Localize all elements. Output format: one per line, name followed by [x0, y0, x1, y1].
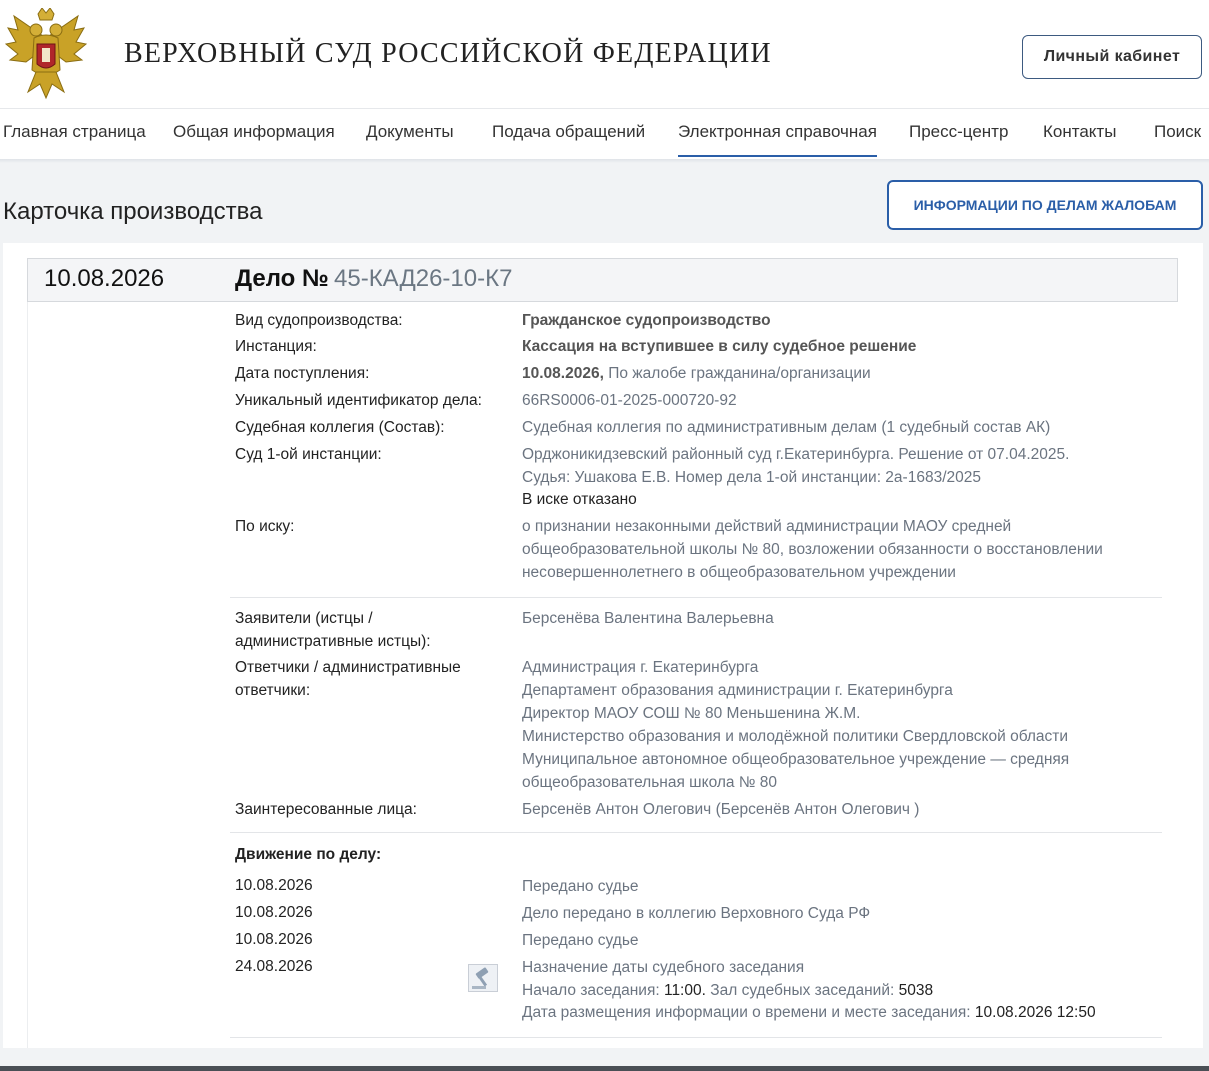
- movement-event: Передано судье: [522, 878, 639, 895]
- case-card-header: [27, 258, 1178, 302]
- first-instance-line2: Судья: Ушакова Е.В. Номер дела 1-ой инст…: [522, 469, 981, 486]
- nav-item-general-info[interactable]: Общая информация: [173, 122, 335, 142]
- first-instance-result-text: В иске отказано: [522, 491, 637, 508]
- case-label: Дело №: [235, 265, 329, 292]
- site-header: ВЕРХОВНЫЙ СУД РОССИЙСКОЙ ФЕДЕРАЦИИ Личны…: [0, 0, 1209, 108]
- claim-line2: общеобразовательной школы № 80, возложен…: [522, 541, 1103, 558]
- first-instance-line1: Орджоникидзевский районный суд г.Екатери…: [522, 446, 1070, 463]
- section-divider: [230, 832, 1162, 833]
- uid-label: Уникальный идентификатор дела:: [235, 392, 482, 409]
- card-left-border: [27, 302, 28, 1048]
- hearing-start-label: Начало заседания:: [522, 982, 660, 999]
- defendant-item: общеобразовательная школа № 80: [522, 774, 778, 791]
- hearing-start-value: 11:00.: [663, 982, 706, 999]
- hearing-posted-label: Дата размещения информации о времени и м…: [522, 1004, 971, 1021]
- case-date: 10.08.2026: [44, 265, 165, 292]
- defendant-item: Директор МАОУ СОШ № 80 Меньшенина Ж.М.: [522, 705, 861, 722]
- first-instance-result: В иске отказано: [522, 488, 1182, 511]
- complaints-info-button[interactable]: ИНФОРМАЦИИ ПО ДЕЛАМ ЖАЛОБАМ: [887, 180, 1203, 230]
- hearing-hall-value: 5038: [898, 982, 934, 999]
- plaintiffs-label-line1: Заявители (истцы /: [235, 610, 373, 627]
- gavel-icon[interactable]: [468, 964, 498, 992]
- interested-label: Заинтересованные лица:: [235, 801, 417, 818]
- section-divider: [230, 1037, 1162, 1038]
- hearing-posted: Дата размещения информации о времени и м…: [522, 1001, 1202, 1024]
- movement-date: 10.08.2026: [235, 877, 313, 894]
- main-nav: Главная страница Общая информация Докуме…: [0, 109, 1209, 159]
- collegium-value: Судебная коллегия по административным де…: [522, 419, 1051, 436]
- plaintiff-item: Берсенёва Валентина Валерьевна: [522, 610, 774, 627]
- proceeding-type-value: Гражданское судопроизводство: [522, 312, 771, 329]
- defendant-item: Муниципальное автономное общеобразовател…: [522, 751, 1070, 768]
- defendants-label-line1: Ответчики / административные: [235, 659, 461, 676]
- first-instance-label: Суд 1-ой инстанции:: [235, 446, 382, 463]
- nav-item-contacts[interactable]: Контакты: [1043, 122, 1116, 142]
- movement-event: Назначение даты судебного заседания: [522, 959, 805, 976]
- nav-item-search[interactable]: Поиск: [1154, 122, 1201, 142]
- case-number: 45-КАД26-10-К7: [334, 265, 513, 292]
- movement-title: Движение по делу:: [235, 846, 382, 863]
- instance-value: Кассация на вступившее в силу судебное р…: [522, 338, 917, 355]
- receipt-source: По жалобе гражданина/организации: [603, 365, 871, 382]
- defendant-item: Министерство образования и молодёжной по…: [522, 728, 1069, 745]
- movement-date: 10.08.2026: [235, 931, 313, 948]
- footer-bar: [0, 1066, 1209, 1071]
- nav-item-home[interactable]: Главная страница: [3, 122, 146, 142]
- nav-item-documents[interactable]: Документы: [366, 122, 454, 142]
- coat-of-arms-icon[interactable]: [4, 8, 88, 100]
- proceeding-type-label: Вид судопроизводства:: [235, 312, 403, 329]
- hearing-details: Начало заседания: 11:00. Зал судебных за…: [522, 979, 1182, 1002]
- movement-date: 10.08.2026: [235, 904, 313, 921]
- nav-item-press-center[interactable]: Пресс-центр: [909, 122, 1008, 142]
- site-title[interactable]: ВЕРХОВНЫЙ СУД РОССИЙСКОЙ ФЕДЕРАЦИИ: [124, 38, 772, 70]
- hearing-posted-value: 10.08.2026 12:50: [974, 1004, 1096, 1021]
- defendants-label-line2: ответчики:: [235, 682, 311, 699]
- uid-value: 66RS0006-01-2025-000720-92: [522, 392, 737, 409]
- plaintiffs-label-line2: административные истцы):: [235, 633, 431, 650]
- movement-event: Передано судье: [522, 932, 639, 949]
- page-title: Карточка производства: [3, 198, 263, 225]
- claim-line1: о признании незаконными действий админис…: [522, 518, 1012, 535]
- receipt-date-value: 10.08.2026, По жалобе гражданина/организ…: [522, 362, 1182, 385]
- movement-date: 24.08.2026: [235, 958, 313, 975]
- collegium-label: Судебная коллегия (Состав):: [235, 419, 445, 436]
- defendant-item: Департамент образования администрации г.…: [522, 682, 953, 699]
- receipt-date: 10.08.2026,: [522, 365, 604, 382]
- instance-label: Инстанция:: [235, 338, 317, 355]
- defendant-item: Администрация г. Екатеринбурга: [522, 659, 759, 676]
- nav-item-appeals[interactable]: Подача обращений: [492, 122, 645, 142]
- personal-account-button[interactable]: Личный кабинет: [1022, 35, 1202, 79]
- interested-value: Берсенёв Антон Олегович (Берсенёв Антон …: [522, 801, 920, 818]
- section-divider: [230, 597, 1162, 598]
- claim-label: По иску:: [235, 518, 295, 535]
- movement-event: Дело передано в коллегию Верховного Суда…: [522, 905, 871, 922]
- receipt-date-label: Дата поступления:: [235, 365, 370, 382]
- nav-item-e-reference[interactable]: Электронная справочная: [678, 122, 877, 157]
- hearing-hall-label: Зал судебных заседаний:: [710, 982, 895, 999]
- claim-line3: несовершеннолетнего в общеобразовательно…: [522, 564, 956, 581]
